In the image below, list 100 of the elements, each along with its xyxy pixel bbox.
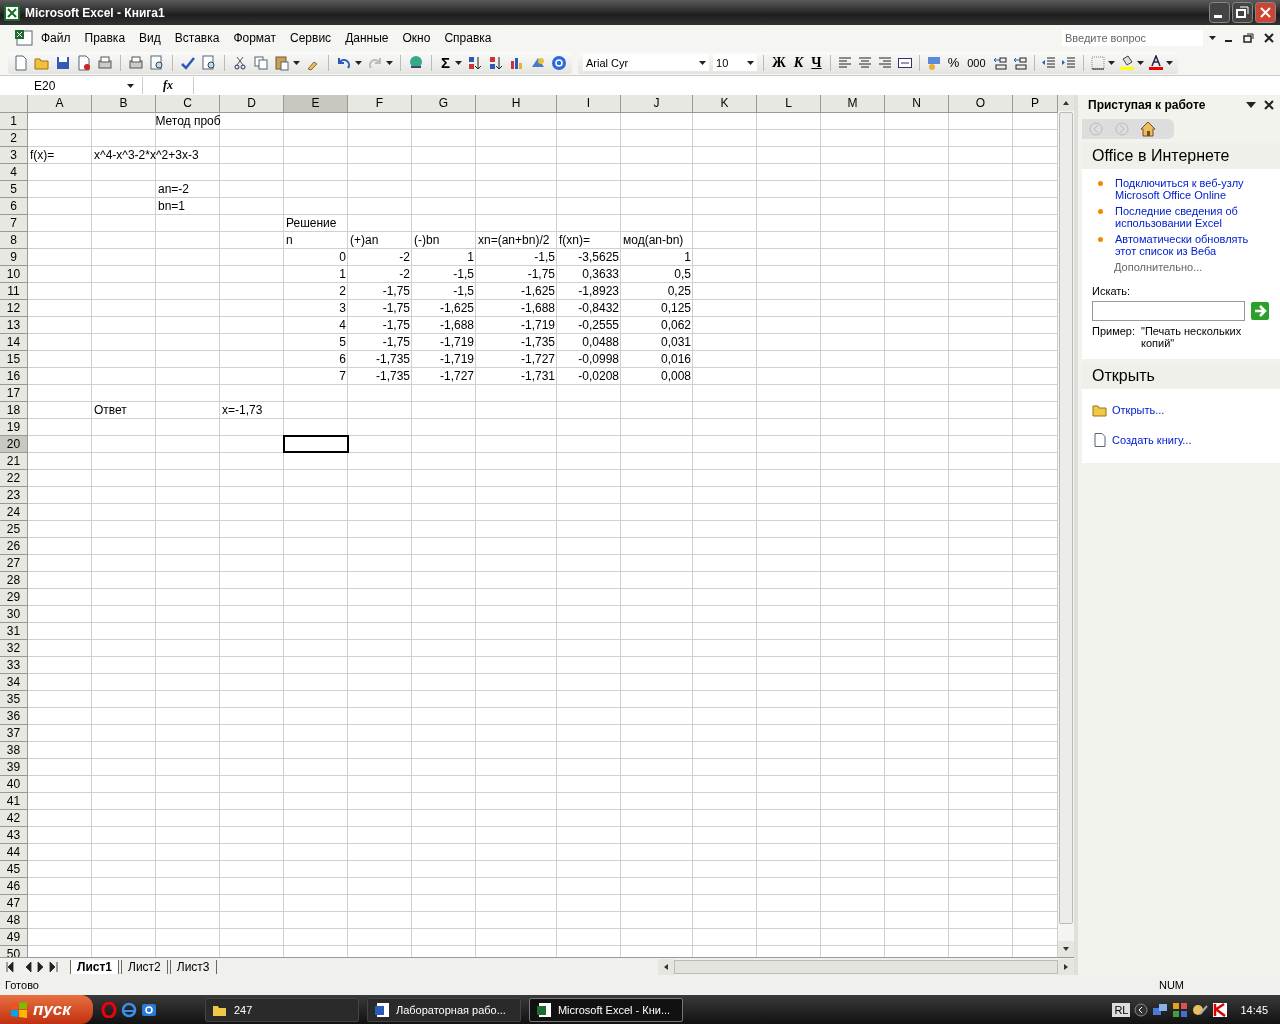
email-icon[interactable] [97,54,113,71]
column-header[interactable]: F [348,95,412,113]
decrease-indent-icon[interactable] [1040,54,1057,71]
more-link[interactable]: Дополнительно... [1092,261,1274,273]
horizontal-scrollbar[interactable] [658,958,1074,975]
dropdown-caret-icon[interactable] [1246,101,1256,109]
row-header[interactable]: 28 [0,572,28,589]
column-header[interactable]: E [284,95,348,113]
dropdown-caret-icon[interactable] [1209,35,1216,40]
bold-button[interactable]: Ж [770,54,788,71]
row-header[interactable]: 18 [0,402,28,419]
print-preview-icon[interactable] [149,54,165,71]
scroll-down-button[interactable] [1058,941,1074,957]
network-icon[interactable] [1152,1001,1169,1018]
row-header[interactable]: 9 [0,249,28,266]
row-header[interactable]: 23 [0,487,28,504]
search-field[interactable] [1092,301,1245,321]
link[interactable]: Автоматически обновлять этот список из Веба [1115,233,1255,257]
row-header[interactable]: 6 [0,198,28,215]
home-icon[interactable] [1140,121,1156,137]
fill-color-icon[interactable] [1118,54,1135,71]
row-header[interactable]: 19 [0,419,28,436]
column-header[interactable]: I [557,95,621,113]
autosum-button[interactable]: Σ [439,54,452,71]
restore-button[interactable] [1232,2,1253,23]
row-header[interactable]: 35 [0,691,28,708]
dropdown-caret-icon[interactable] [747,60,754,65]
row-header[interactable]: 47 [0,895,28,912]
menu-item[interactable]: Правка [77,28,133,47]
row-header[interactable]: 38 [0,742,28,759]
currency-icon[interactable] [925,54,942,71]
column-header[interactable]: O [949,95,1013,113]
scroll-left-button[interactable] [658,958,674,975]
help-question-field[interactable]: Введите вопрос [1062,29,1203,46]
insert-function-button[interactable]: fx [143,78,193,93]
sheet-tab[interactable]: Лист1 [70,959,120,974]
row-header[interactable]: 39 [0,759,28,776]
menu-item[interactable]: Окно [395,28,438,47]
link[interactable]: Последние сведения об использовании Excel [1115,205,1255,229]
row-header[interactable]: 4 [0,164,28,181]
restore-workbook-button[interactable] [1242,30,1256,45]
link[interactable]: Открыть... [1112,404,1165,416]
row-header[interactable]: 20 [0,436,28,453]
row-header[interactable]: 44 [0,844,28,861]
column-header[interactable]: N [885,95,949,113]
row-header[interactable]: 7 [0,215,28,232]
row-header[interactable]: 48 [0,912,28,929]
dropdown-caret-icon[interactable] [1165,60,1173,65]
borders-icon[interactable] [1089,54,1106,71]
row-header[interactable]: 5 [0,181,28,198]
paste-icon[interactable] [274,54,290,71]
decrease-decimal-icon[interactable] [1011,54,1028,71]
italic-button[interactable]: К [791,54,806,71]
menu-item[interactable]: Файл [34,28,78,47]
grid-tray-icon[interactable] [1172,1001,1189,1018]
print-icon[interactable] [128,54,144,71]
menu-item[interactable]: Вставка [167,28,227,47]
dropdown-caret-icon[interactable] [455,60,462,65]
row-header[interactable]: 34 [0,674,28,691]
permission-icon[interactable] [76,54,92,71]
row-header[interactable]: 36 [0,708,28,725]
row-header[interactable]: 13 [0,317,28,334]
row-header[interactable]: 8 [0,232,28,249]
align-left-icon[interactable] [836,54,853,71]
menu-item[interactable]: Формат [226,28,284,47]
row-header[interactable]: 40 [0,776,28,793]
cut-icon[interactable] [232,54,248,71]
column-header[interactable]: H [476,95,557,113]
save-icon[interactable] [55,54,71,71]
row-header[interactable]: 41 [0,793,28,810]
name-box[interactable]: E20 [0,77,143,94]
sheet-tab[interactable]: Лист2 [121,959,168,974]
row-header[interactable]: 16 [0,368,28,385]
row-header[interactable]: 12 [0,300,28,317]
thousands-separator-button[interactable]: 000 [965,56,988,69]
go-arrow-button[interactable] [1251,302,1269,320]
row-header[interactable]: 26 [0,538,28,555]
row-header[interactable]: 49 [0,929,28,946]
row-header[interactable]: 22 [0,470,28,487]
row-header[interactable]: 31 [0,623,28,640]
browser-icon[interactable] [120,1001,137,1018]
link[interactable]: Подключиться к веб-узлу Microsoft Office Online [1115,177,1255,201]
column-header[interactable]: M [821,95,885,113]
column-header[interactable]: G [412,95,476,113]
column-header[interactable]: P [1013,95,1058,113]
column-header[interactable]: A [28,95,92,113]
column-header[interactable]: C [156,95,220,113]
row-header[interactable]: 29 [0,589,28,606]
row-header[interactable]: 25 [0,521,28,538]
copy-icon[interactable] [253,54,269,71]
row-header[interactable]: 32 [0,640,28,657]
row-header[interactable]: 33 [0,657,28,674]
font-color-icon[interactable] [1147,54,1164,71]
font-name-field[interactable]: Arial Cyr [583,54,709,71]
percent-button[interactable]: % [945,55,962,70]
menu-item[interactable]: Вид [132,28,168,47]
row-header[interactable]: 2 [0,130,28,147]
dropdown-caret-icon[interactable] [699,60,706,65]
column-header[interactable]: K [693,95,757,113]
scroll-right-button[interactable] [1058,958,1074,975]
